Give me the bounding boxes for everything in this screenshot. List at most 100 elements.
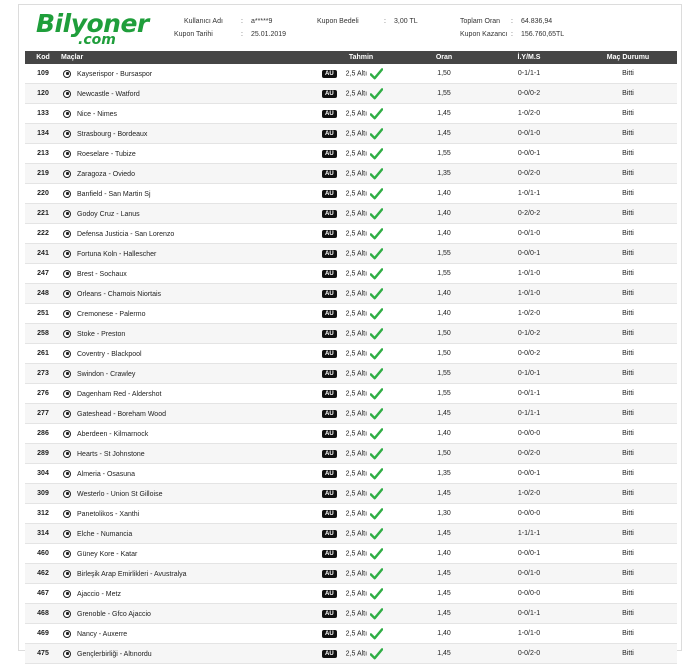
- table-row[interactable]: 241 Fortuna Koln - Hallescher AÜ 2,5 Altı…: [25, 243, 677, 264]
- bilyoner-logo[interactable]: Bilyoner .com: [36, 9, 149, 48]
- table-row[interactable]: 309 Westerlo - Union St Gilloise AÜ 2,5 A…: [25, 483, 677, 504]
- score-value: 1-0/1-1: [479, 183, 579, 204]
- table-row[interactable]: 467 Ajaccio - Metz AÜ 2,5 Altı 1,45 0-0/0…: [25, 583, 677, 604]
- match-name[interactable]: Güney Kore - Katar: [77, 550, 137, 557]
- match-code: 289: [25, 443, 61, 464]
- soccer-ball-icon: [63, 609, 71, 618]
- table-row[interactable]: 258 Stoke - Preston AÜ 2,5 Altı 1,50 0-1/…: [25, 323, 677, 344]
- table-row[interactable]: 469 Nancy - Auxerre AÜ 2,5 Altı 1,40 1-0/…: [25, 623, 677, 644]
- table-row[interactable]: 222 Defensa Justicia - San Lorenzo AÜ 2,5…: [25, 223, 677, 244]
- match-name[interactable]: Nancy - Auxerre: [77, 630, 127, 637]
- match-cell: Orleans - Chamois Niortais: [61, 283, 313, 304]
- col-oran[interactable]: Oran: [409, 51, 479, 64]
- table-row[interactable]: 220 Banfield - San Martin Sj AÜ 2,5 Altı …: [25, 183, 677, 204]
- match-name[interactable]: Ajaccio - Metz: [77, 590, 121, 597]
- match-name[interactable]: Stoke - Preston: [77, 330, 125, 337]
- table-row[interactable]: 314 Elche - Numancia AÜ 2,5 Altı 1,45 1-1…: [25, 523, 677, 544]
- match-name[interactable]: Gateshead - Boreham Wood: [77, 410, 166, 417]
- match-name[interactable]: Brest - Sochaux: [77, 270, 127, 277]
- match-name[interactable]: Zaragoza - Oviedo: [77, 170, 135, 177]
- match-status: Bitti: [579, 543, 677, 564]
- match-name[interactable]: Roeselare - Tubize: [77, 150, 136, 157]
- match-name[interactable]: Banfield - San Martin Sj: [77, 190, 151, 197]
- match-name[interactable]: Elche - Numancia: [77, 530, 132, 537]
- match-name[interactable]: Grenoble - Gfco Ajaccio: [77, 610, 151, 617]
- table-row[interactable]: 247 Brest - Sochaux AÜ 2,5 Altı 1,55 1-0/…: [25, 263, 677, 284]
- table-row[interactable]: 133 Nice - Nimes AÜ 2,5 Altı 1,45 1-0/2-0…: [25, 103, 677, 124]
- soccer-ball-icon: [63, 329, 71, 338]
- soccer-ball-icon: [63, 129, 71, 138]
- match-name[interactable]: Swindon - Crawley: [77, 370, 135, 377]
- table-row[interactable]: 312 Panetolikos - Xanthi AÜ 2,5 Altı 1,30…: [25, 503, 677, 524]
- match-cell: Dagenham Red - Aldershot: [61, 383, 313, 404]
- table-row[interactable]: 276 Dagenham Red - Aldershot AÜ 2,5 Altı …: [25, 383, 677, 404]
- match-cell: Westerlo - Union St Gilloise: [61, 483, 313, 504]
- match-name[interactable]: Panetolikos - Xanthi: [77, 510, 139, 517]
- table-row[interactable]: 468 Grenoble - Gfco Ajaccio AÜ 2,5 Altı 1…: [25, 603, 677, 624]
- soccer-ball-icon: [63, 349, 71, 358]
- check-icon: [370, 167, 384, 179]
- check-icon: [370, 267, 384, 279]
- table-row[interactable]: 304 Almeria - Osasuna AÜ 2,5 Altı 1,35 0-…: [25, 463, 677, 484]
- total-odds-label: Toplam Oran: [460, 18, 501, 25]
- table-row[interactable]: 219 Zaragoza - Oviedo AÜ 2,5 Altı 1,35 0-…: [25, 163, 677, 184]
- table-row[interactable]: 277 Gateshead - Boreham Wood AÜ 2,5 Altı …: [25, 403, 677, 424]
- bets-body: 109 Kayserispor - Bursaspor AÜ 2,5 Altı 1…: [25, 64, 677, 664]
- table-row[interactable]: 120 Newcastle - Watford AÜ 2,5 Altı 1,55 …: [25, 83, 677, 104]
- winnings-value: 156.760,65TL: [521, 31, 565, 38]
- match-name[interactable]: Gençlerbirliği - Altınordu: [77, 650, 152, 657]
- match-name[interactable]: Hearts - St Johnstone: [77, 450, 145, 457]
- table-row[interactable]: 261 Coventry - Blackpool AÜ 2,5 Altı 1,50…: [25, 343, 677, 364]
- table-row[interactable]: 251 Cremonese - Palermo AÜ 2,5 Altı 1,40 …: [25, 303, 677, 324]
- col-tahmin[interactable]: Tahmin: [313, 51, 409, 64]
- au-badge-icon: AÜ: [322, 549, 337, 558]
- au-badge-icon: AÜ: [322, 489, 337, 498]
- table-row[interactable]: 221 Godoy Cruz - Lanus AÜ 2,5 Altı 1,40 0…: [25, 203, 677, 224]
- col-iy-ms[interactable]: İ.Y/M.S: [479, 51, 579, 64]
- match-status: Bitti: [579, 603, 677, 624]
- match-name[interactable]: Strasbourg - Bordeaux: [77, 130, 147, 137]
- prediction-text: 2,5 Altı: [345, 630, 368, 637]
- match-name[interactable]: Westerlo - Union St Gilloise: [77, 490, 162, 497]
- table-row[interactable]: 213 Roeselare - Tubize AÜ 2,5 Altı 1,55 0…: [25, 143, 677, 164]
- table-row[interactable]: 248 Orleans - Chamois Niortais AÜ 2,5 Alt…: [25, 283, 677, 304]
- score-value: 0-0/0-2: [479, 343, 579, 364]
- match-name[interactable]: Almeria - Osasuna: [77, 470, 135, 477]
- table-row[interactable]: 109 Kayserispor - Bursaspor AÜ 2,5 Altı 1…: [25, 64, 677, 84]
- table-row[interactable]: 286 Aberdeen - Kilmarnock AÜ 2,5 Altı 1,4…: [25, 423, 677, 444]
- col-mac-durumu[interactable]: Maç Durumu: [579, 51, 677, 64]
- match-name[interactable]: Coventry - Blackpool: [77, 350, 142, 357]
- match-status: Bitti: [579, 303, 677, 324]
- bets-table: Kod Maçlar Tahmin Oran İ.Y/M.S Maç Durum…: [25, 51, 677, 664]
- match-name[interactable]: Fortuna Koln - Hallescher: [77, 250, 156, 257]
- total-odds-colon: :: [511, 18, 513, 25]
- table-row[interactable]: 462 Birleşik Arap Emirlikleri - Avustral…: [25, 563, 677, 584]
- table-row[interactable]: 134 Strasbourg - Bordeaux AÜ 2,5 Altı 1,4…: [25, 123, 677, 144]
- match-name[interactable]: Birleşik Arap Emirlikleri - Avustralya: [77, 570, 187, 577]
- match-name[interactable]: Newcastle - Watford: [77, 90, 140, 97]
- col-kod[interactable]: Kod: [25, 51, 61, 64]
- match-code: 276: [25, 383, 61, 404]
- table-row[interactable]: 475 Gençlerbirliği - Altınordu AÜ 2,5 Alt…: [25, 643, 677, 664]
- match-name[interactable]: Kayserispor - Bursaspor: [77, 70, 152, 77]
- col-maclar[interactable]: Maçlar: [61, 51, 313, 64]
- table-row[interactable]: 273 Swindon - Crawley AÜ 2,5 Altı 1,55 0-…: [25, 363, 677, 384]
- match-name[interactable]: Cremonese - Palermo: [77, 310, 145, 317]
- au-badge-icon: AÜ: [322, 589, 337, 598]
- match-name[interactable]: Nice - Nimes: [77, 110, 117, 117]
- odds-value: 1,45: [409, 643, 479, 664]
- soccer-ball-icon: [63, 589, 71, 598]
- prediction-cell: AÜ 2,5 Altı: [313, 383, 409, 404]
- match-code: 469: [25, 623, 61, 644]
- table-row[interactable]: 460 Güney Kore - Katar AÜ 2,5 Altı 1,40 0…: [25, 543, 677, 564]
- match-name[interactable]: Aberdeen - Kilmarnock: [77, 430, 148, 437]
- au-badge-icon: AÜ: [322, 649, 337, 658]
- odds-value: 1,55: [409, 383, 479, 404]
- prediction-cell: AÜ 2,5 Altı: [313, 143, 409, 164]
- table-row[interactable]: 289 Hearts - St Johnstone AÜ 2,5 Altı 1,5…: [25, 443, 677, 464]
- match-name[interactable]: Godoy Cruz - Lanus: [77, 210, 140, 217]
- check-icon: [370, 147, 384, 159]
- match-name[interactable]: Defensa Justicia - San Lorenzo: [77, 230, 174, 237]
- match-name[interactable]: Orleans - Chamois Niortais: [77, 290, 161, 297]
- match-name[interactable]: Dagenham Red - Aldershot: [77, 390, 161, 397]
